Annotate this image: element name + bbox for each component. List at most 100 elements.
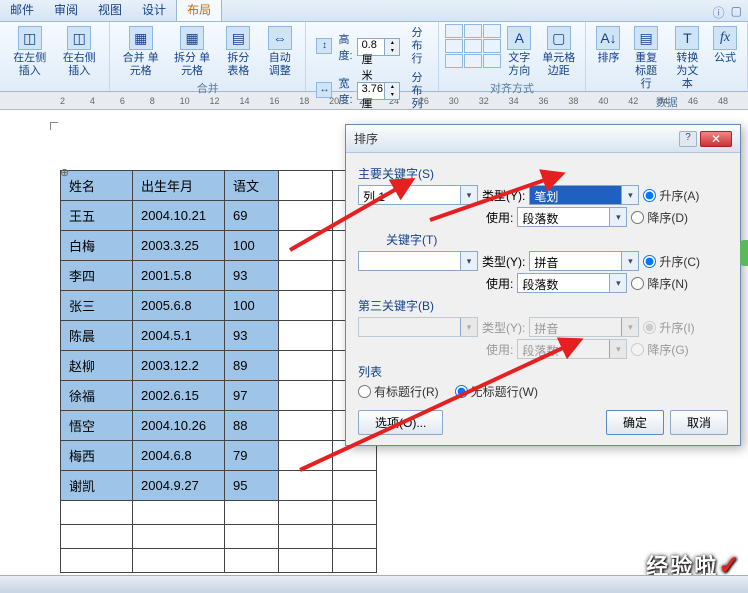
table-cell[interactable] [225,525,279,549]
primary-column-combo[interactable]: 列 1 [358,185,478,205]
split-table-button[interactable]: ▤拆分表格 [219,24,258,80]
table-cell[interactable] [333,501,377,525]
primary-asc-radio[interactable]: 升序(A) [643,187,699,204]
insert-right-button[interactable]: ◫在右侧插入 [56,24,104,80]
options-button[interactable]: 选项(O)... [358,410,443,435]
secondary-desc-radio[interactable]: 降序(N) [631,275,688,292]
data-table[interactable]: 姓名出生年月语文王五2004.10.2169白梅2003.3.25100李四20… [60,170,377,573]
table-cell[interactable] [333,471,377,501]
table-cell[interactable] [279,171,333,201]
dialog-close-icon[interactable]: ✕ [700,131,732,147]
table-cell[interactable]: 69 [225,201,279,231]
table-cell[interactable] [279,291,333,321]
dist-cols-button[interactable]: 分布列 [402,70,431,114]
table-cell[interactable]: 2004.10.26 [133,411,225,441]
cell-margins-button[interactable]: ▢单元格 边距 [538,24,580,80]
dist-rows-button[interactable]: 分布行 [402,25,431,69]
width-spinner[interactable]: 3.76 厘米 [357,82,401,100]
table-cell[interactable]: 王五 [61,201,133,231]
table-cell[interactable] [279,501,333,525]
table-cell[interactable]: 2004.9.27 [133,471,225,501]
secondary-use-combo[interactable]: 段落数 [517,273,627,293]
table-cell[interactable]: 2004.5.1 [133,321,225,351]
table-cell[interactable]: 100 [225,291,279,321]
table-cell[interactable]: 97 [225,381,279,411]
table-cell[interactable]: 姓名 [61,171,133,201]
table-cell[interactable] [279,261,333,291]
minimize-ribbon-icon[interactable]: ▢ [731,4,742,21]
table-cell[interactable]: 100 [225,231,279,261]
table-cell[interactable]: 徐福 [61,381,133,411]
tab-design[interactable]: 设计 [132,0,176,21]
table-cell[interactable]: 语文 [225,171,279,201]
table-cell[interactable]: 2002.6.15 [133,381,225,411]
has-header-radio[interactable]: 有标题行(R) [358,383,439,400]
table-cell[interactable] [279,471,333,501]
table-cell[interactable]: 93 [225,261,279,291]
dialog-help-icon[interactable]: ? [679,131,697,147]
table-cell[interactable] [133,549,225,573]
table-cell[interactable] [279,381,333,411]
no-header-radio[interactable]: 无标题行(W) [455,383,538,400]
table-cell[interactable]: 悟空 [61,411,133,441]
height-spinner[interactable]: 0.8 厘米 [357,38,401,56]
table-cell[interactable]: 张三 [61,291,133,321]
table-cell[interactable]: 梅西 [61,441,133,471]
table-cell[interactable] [61,549,133,573]
formula-button[interactable]: fx公式 [709,24,741,67]
secondary-column-combo[interactable] [358,251,478,271]
table-cell[interactable]: 李四 [61,261,133,291]
table-cell[interactable]: 88 [225,411,279,441]
table-cell[interactable] [279,525,333,549]
text-direction-button[interactable]: A文字方向 [503,24,536,80]
table-cell[interactable] [333,525,377,549]
insert-left-button[interactable]: ◫在左侧插入 [6,24,54,80]
convert-text-button[interactable]: T转换为文本 [668,24,707,94]
table-cell[interactable] [279,549,333,573]
table-cell[interactable]: 2005.6.8 [133,291,225,321]
autofit-button[interactable]: ⇔自动调整 [260,24,299,80]
tab-layout[interactable]: 布局 [176,0,222,21]
table-cell[interactable] [279,351,333,381]
cancel-button[interactable]: 取消 [670,410,728,435]
table-cell[interactable]: 2004.6.8 [133,441,225,471]
table-cell[interactable] [225,501,279,525]
tab-view[interactable]: 视图 [88,0,132,21]
table-cell[interactable]: 谢凯 [61,471,133,501]
alignment-grid[interactable] [445,24,501,68]
split-cells-button[interactable]: ▦拆分 单元格 [167,24,216,80]
table-cell[interactable]: 2003.12.2 [133,351,225,381]
primary-type-combo[interactable]: 笔划 [529,185,639,205]
table-cell[interactable]: 出生年月 [133,171,225,201]
sort-button[interactable]: A↓排序 [592,24,624,67]
table-cell[interactable]: 89 [225,351,279,381]
table-cell[interactable] [279,411,333,441]
table-cell[interactable] [279,441,333,471]
table-cell[interactable]: 2001.5.8 [133,261,225,291]
table-cell[interactable]: 赵柳 [61,351,133,381]
tab-review[interactable]: 审阅 [44,0,88,21]
table-cell[interactable]: 2003.3.25 [133,231,225,261]
secondary-asc-radio[interactable]: 升序(C) [643,253,700,270]
table-cell[interactable]: 79 [225,441,279,471]
table-cell[interactable]: 95 [225,471,279,501]
table-cell[interactable]: 陈晨 [61,321,133,351]
table-cell[interactable]: 2004.10.21 [133,201,225,231]
table-cell[interactable] [225,549,279,573]
table-cell[interactable]: 白梅 [61,231,133,261]
ok-button[interactable]: 确定 [606,410,664,435]
repeat-header-button[interactable]: ▤重复标题行 [626,24,665,94]
table-cell[interactable] [333,549,377,573]
table-cell[interactable] [279,201,333,231]
merge-cells-button[interactable]: ▦合并 单元格 [116,24,165,80]
primary-use-combo[interactable]: 段落数 [517,207,627,227]
table-cell[interactable] [133,501,225,525]
secondary-type-combo[interactable]: 拼音 [529,251,639,271]
side-handle[interactable] [740,240,748,266]
tab-mail[interactable]: 邮件 [0,0,44,21]
table-cell[interactable]: 93 [225,321,279,351]
table-cell[interactable] [133,525,225,549]
help-icon[interactable]: ⓘ [713,4,725,21]
table-cell[interactable] [61,525,133,549]
table-cell[interactable] [279,321,333,351]
